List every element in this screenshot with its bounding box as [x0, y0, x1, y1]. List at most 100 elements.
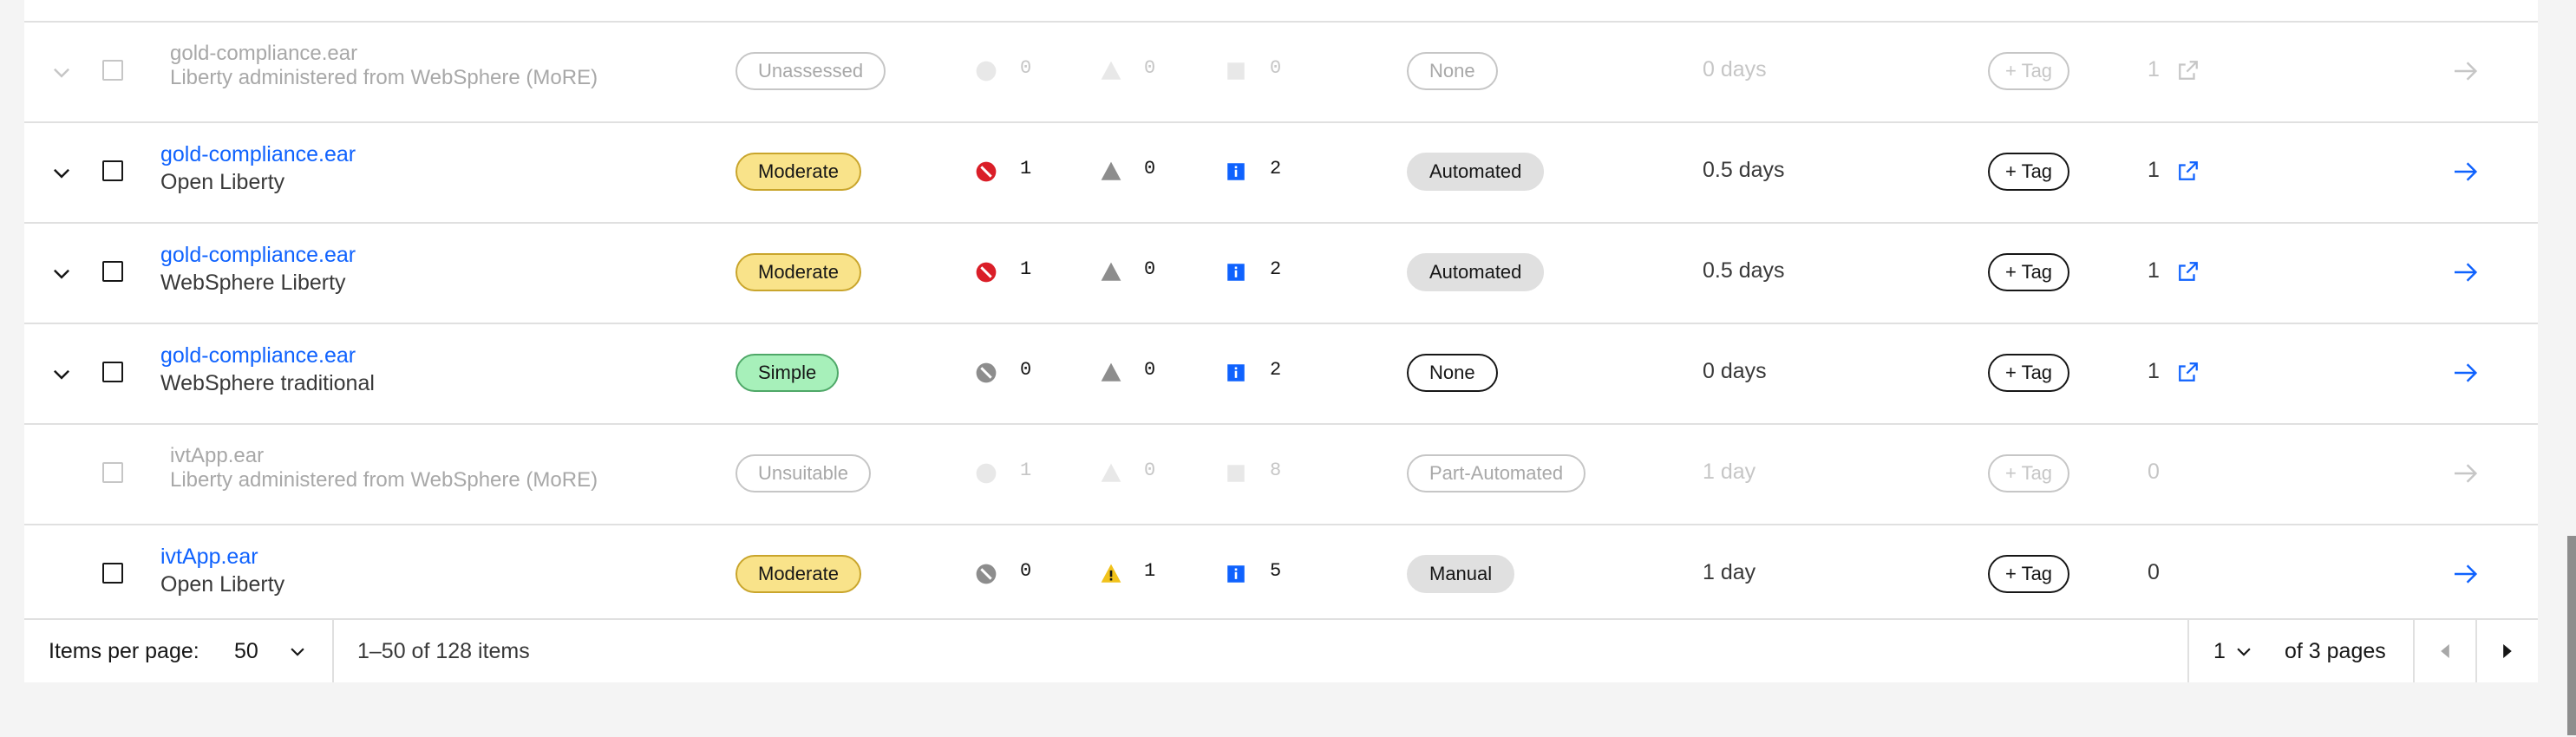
application-link: ivtApp.ear — [170, 444, 265, 467]
divider — [332, 620, 334, 682]
next-page-button[interactable] — [2477, 620, 2538, 682]
external-link-icon[interactable] — [2177, 260, 2200, 283]
arrow-right-icon[interactable] — [2453, 462, 2479, 485]
warning-count: 0 — [1144, 460, 1156, 481]
critical-count: 1 — [1020, 158, 1032, 179]
application-link[interactable]: ivtApp.ear — [160, 543, 716, 571]
warning-icon — [1100, 563, 1122, 585]
application-name-cell: gold-compliance.ear Liberty administered… — [170, 42, 725, 90]
row-checkbox[interactable] — [102, 362, 123, 382]
warning-count: 1 — [1144, 560, 1156, 582]
instance-count: 0 — [2148, 560, 2160, 584]
warning-count: 0 — [1144, 158, 1156, 179]
add-tag-button[interactable]: + Tag — [1988, 454, 2070, 492]
warning-count: 0 — [1144, 359, 1156, 381]
table-row: gold-compliance.ear Liberty administered… — [24, 23, 2538, 123]
effort-days: 0 days — [1703, 57, 1767, 82]
instance-count: 1 — [2148, 57, 2160, 82]
add-tag-button[interactable]: + Tag — [1988, 52, 2070, 90]
application-link[interactable]: gold-compliance.ear — [160, 342, 716, 369]
info-icon — [1225, 60, 1247, 82]
add-tag-button[interactable]: + Tag — [1988, 555, 2070, 593]
items-per-page-label: Items per page: — [49, 638, 199, 663]
application-name-cell: gold-compliance.ear WebSphere Liberty — [160, 241, 716, 297]
application-link[interactable]: gold-compliance.ear — [160, 140, 716, 168]
add-tag-button[interactable]: + Tag — [1988, 153, 2070, 191]
info-icon — [1225, 261, 1247, 284]
warning-icon — [1100, 462, 1122, 485]
arrow-right-icon[interactable] — [2453, 362, 2479, 384]
instance-count: 1 — [2148, 158, 2160, 182]
instance-count: 0 — [2148, 460, 2160, 484]
row-checkbox[interactable] — [102, 462, 123, 483]
row-checkbox[interactable] — [102, 160, 123, 181]
info-count: 5 — [1270, 560, 1282, 582]
arrow-right-icon[interactable] — [2453, 563, 2479, 585]
effort-badge: Automated — [1407, 153, 1545, 191]
critical-icon — [975, 261, 997, 284]
caret-right-icon — [2503, 644, 2512, 658]
complexity-badge: Moderate — [736, 253, 861, 291]
info-icon — [1225, 563, 1247, 585]
row-checkbox[interactable] — [102, 261, 123, 282]
chevron-down-icon[interactable] — [50, 362, 73, 385]
scrollbar-thumb[interactable] — [2567, 536, 2576, 735]
warning-icon — [1100, 160, 1122, 183]
critical-icon — [975, 462, 997, 485]
complexity-badge: Moderate — [736, 153, 861, 191]
items-per-page-value: 50 — [234, 638, 258, 663]
critical-count: 0 — [1020, 359, 1032, 381]
chevron-down-icon[interactable] — [50, 61, 73, 83]
critical-count: 0 — [1020, 560, 1032, 582]
critical-count: 1 — [1020, 258, 1032, 280]
current-page: 1 — [2213, 638, 2226, 663]
application-name-cell: gold-compliance.ear WebSphere traditiona… — [160, 342, 716, 397]
effort-days: 0.5 days — [1703, 158, 1785, 182]
critical-icon — [975, 563, 997, 585]
application-link: gold-compliance.ear — [170, 42, 358, 65]
arrow-right-icon[interactable] — [2453, 60, 2479, 82]
application-name-cell: ivtApp.ear Liberty administered from Web… — [170, 444, 725, 492]
effort-badge: None — [1407, 354, 1498, 392]
add-tag-button[interactable]: + Tag — [1988, 354, 2070, 392]
arrow-right-icon[interactable] — [2453, 261, 2479, 284]
external-link-icon[interactable] — [2177, 361, 2200, 383]
external-link-icon[interactable] — [2177, 59, 2200, 82]
complexity-badge: Unassessed — [736, 52, 886, 90]
instance-count: 1 — [2148, 258, 2160, 283]
row-checkbox[interactable] — [102, 563, 123, 584]
page-select[interactable]: 1 — [2213, 620, 2265, 682]
table-row: ivtApp.ear Liberty administered from Web… — [24, 425, 2538, 525]
critical-icon — [975, 60, 997, 82]
arrow-right-icon[interactable] — [2453, 160, 2479, 183]
target-runtime: Open Liberty — [160, 572, 285, 597]
info-icon — [1225, 462, 1247, 485]
info-icon — [1225, 362, 1247, 384]
chevron-down-icon[interactable] — [50, 262, 73, 284]
complexity-badge: Moderate — [736, 555, 861, 593]
application-name-cell: gold-compliance.ear Open Liberty — [160, 140, 716, 196]
application-link[interactable]: gold-compliance.ear — [160, 241, 716, 269]
warning-icon — [1100, 60, 1122, 82]
info-icon — [1225, 160, 1247, 183]
table-row: ivtApp.ear Open Liberty Moderate 0 1 5 M… — [24, 525, 2538, 626]
application-name-cell: ivtApp.ear Open Liberty — [160, 543, 716, 598]
chevron-down-icon[interactable] — [50, 161, 73, 184]
row-checkbox[interactable] — [102, 60, 123, 81]
target-runtime: WebSphere traditional — [160, 371, 375, 395]
critical-icon — [975, 160, 997, 183]
previous-page-button[interactable] — [2415, 620, 2475, 682]
items-per-page-select[interactable]: 50 — [234, 620, 330, 682]
table-top-border — [24, 0, 2538, 23]
target-runtime: Open Liberty — [160, 170, 285, 194]
effort-days: 1 day — [1703, 460, 1756, 484]
effort-days: 0.5 days — [1703, 258, 1785, 283]
critical-count: 1 — [1020, 460, 1032, 481]
pagination-bar: Items per page: 50 1–50 of 128 items 1 o… — [24, 618, 2538, 682]
add-tag-button[interactable]: + Tag — [1988, 253, 2070, 291]
table-row: gold-compliance.ear WebSphere traditiona… — [24, 324, 2538, 425]
info-count: 0 — [1270, 57, 1282, 79]
target-runtime: WebSphere Liberty — [160, 271, 346, 295]
effort-badge: None — [1407, 52, 1498, 90]
external-link-icon[interactable] — [2177, 160, 2200, 182]
